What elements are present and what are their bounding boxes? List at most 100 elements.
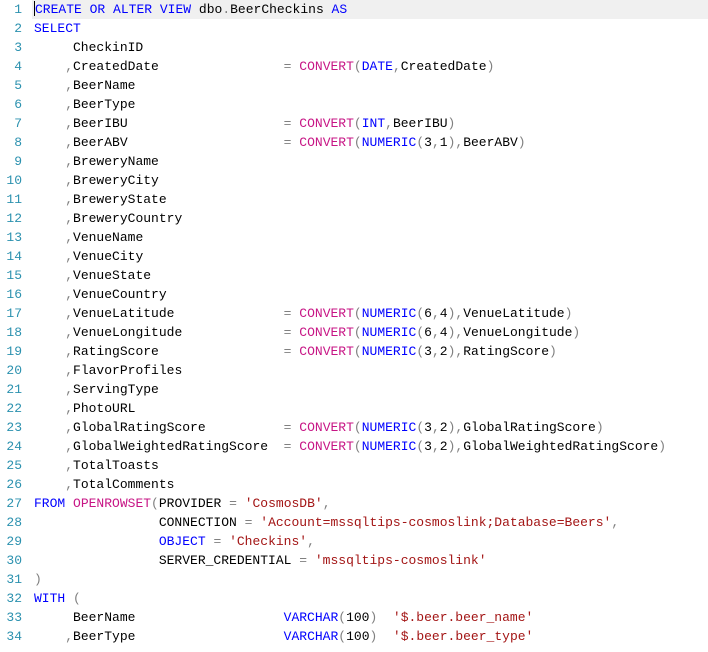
code-token — [34, 135, 65, 150]
code-line[interactable]: ,BreweryCity — [32, 171, 708, 190]
code-token: , — [323, 496, 331, 511]
code-token: BreweryState — [73, 192, 167, 207]
code-line[interactable]: ,FlavorProfiles — [32, 361, 708, 380]
line-number: 17 — [4, 304, 22, 323]
code-editor[interactable]: 1234567891011121314151617181920212223242… — [0, 0, 708, 646]
code-token: 'mssqltips-cosmoslink' — [315, 553, 487, 568]
code-token: AS — [332, 2, 348, 17]
code-line[interactable]: ,VenueCity — [32, 247, 708, 266]
code-line[interactable]: ,VenueName — [32, 228, 708, 247]
code-token — [34, 458, 65, 473]
code-line[interactable]: ,VenueCountry — [32, 285, 708, 304]
code-token: OBJECT — [159, 534, 206, 549]
code-token — [34, 344, 65, 359]
code-token: 3 — [424, 439, 432, 454]
code-token: NUMERIC — [362, 420, 417, 435]
code-token: ) — [34, 572, 42, 587]
code-line[interactable]: CONNECTION = 'Account=mssqltips-cosmosli… — [32, 513, 708, 532]
code-line[interactable]: ,BeerType VARCHAR(100) '$.beer.beer_type… — [32, 627, 708, 646]
code-line[interactable]: ,TotalComments — [32, 475, 708, 494]
code-token: ), — [448, 344, 464, 359]
code-line[interactable]: ,TotalToasts — [32, 456, 708, 475]
code-token: ( — [354, 420, 362, 435]
code-token: BeerIBU — [393, 116, 448, 131]
code-line[interactable]: ,RatingScore = CONVERT(NUMERIC(3,2),Rati… — [32, 342, 708, 361]
code-line[interactable]: FROM OPENROWSET(PROVIDER = 'CosmosDB', — [32, 494, 708, 513]
code-token: , — [393, 59, 401, 74]
code-token: CONVERT — [299, 59, 354, 74]
code-token: ) — [549, 344, 557, 359]
code-line[interactable]: ,VenueLatitude = CONVERT(NUMERIC(6,4),Ve… — [32, 304, 708, 323]
line-number: 30 — [4, 551, 22, 570]
code-token — [221, 534, 229, 549]
code-token: 3 — [424, 420, 432, 435]
code-token: ) — [596, 420, 604, 435]
code-token: ) — [448, 116, 456, 131]
code-token — [34, 192, 65, 207]
code-token — [34, 401, 65, 416]
code-line[interactable]: OBJECT = 'Checkins', — [32, 532, 708, 551]
code-line[interactable]: ,BreweryState — [32, 190, 708, 209]
code-token: BeerABV — [73, 135, 284, 150]
code-token: NUMERIC — [362, 344, 417, 359]
code-line[interactable]: ,VenueLongitude = CONVERT(NUMERIC(6,4),V… — [32, 323, 708, 342]
code-token: , — [65, 154, 73, 169]
code-line[interactable]: BeerName VARCHAR(100) '$.beer.beer_name' — [32, 608, 708, 627]
code-line[interactable]: ) — [32, 570, 708, 589]
code-line[interactable]: ,BreweryName — [32, 152, 708, 171]
code-token: VIEW — [160, 2, 191, 17]
code-token: , — [65, 629, 73, 644]
code-token: ( — [416, 344, 424, 359]
code-token — [34, 173, 65, 188]
code-line[interactable]: ,BeerName — [32, 76, 708, 95]
code-line[interactable]: SERVER_CREDENTIAL = 'mssqltips-cosmoslin… — [32, 551, 708, 570]
code-token: BeerType — [73, 97, 135, 112]
code-line[interactable]: ,GlobalWeightedRatingScore = CONVERT(NUM… — [32, 437, 708, 456]
code-line[interactable]: ,BeerType — [32, 95, 708, 114]
code-token: OR — [90, 2, 106, 17]
code-token: , — [65, 439, 73, 454]
code-line[interactable]: SELECT — [32, 19, 708, 38]
code-token: ( — [416, 325, 424, 340]
code-line[interactable]: ,CreatedDate = CONVERT(DATE,CreatedDate) — [32, 57, 708, 76]
code-line[interactable]: WITH ( — [32, 589, 708, 608]
code-token: 100 — [346, 629, 369, 644]
code-token: , — [65, 325, 73, 340]
code-token: ) — [487, 59, 495, 74]
code-line[interactable]: CREATE OR ALTER VIEW dbo.BeerCheckins AS — [32, 0, 708, 19]
line-number: 24 — [4, 437, 22, 456]
code-token: BeerABV — [463, 135, 518, 150]
code-token: , — [65, 306, 73, 321]
code-token: NUMERIC — [362, 325, 417, 340]
code-token: BreweryCity — [73, 173, 159, 188]
line-number: 9 — [4, 152, 22, 171]
code-token: ( — [338, 610, 346, 625]
line-number: 15 — [4, 266, 22, 285]
code-token: FROM — [34, 496, 65, 511]
line-number: 19 — [4, 342, 22, 361]
code-token: , — [65, 135, 73, 150]
code-token: ( — [354, 325, 362, 340]
code-line[interactable]: ,BeerABV = CONVERT(NUMERIC(3,1),BeerABV) — [32, 133, 708, 152]
code-token — [34, 268, 65, 283]
code-token: CONVERT — [299, 420, 354, 435]
code-line[interactable]: ,VenueState — [32, 266, 708, 285]
code-line[interactable]: ,BreweryCountry — [32, 209, 708, 228]
code-line[interactable]: ,BeerIBU = CONVERT(INT,BeerIBU) — [32, 114, 708, 133]
code-token: , — [65, 420, 73, 435]
code-token: ( — [354, 306, 362, 321]
code-area[interactable]: CREATE OR ALTER VIEW dbo.BeerCheckins AS… — [32, 0, 708, 646]
code-line[interactable]: ,ServingType — [32, 380, 708, 399]
code-token: ( — [416, 306, 424, 321]
code-token — [152, 2, 160, 17]
code-line[interactable]: ,PhotoURL — [32, 399, 708, 418]
line-number: 6 — [4, 95, 22, 114]
code-token: , — [432, 325, 440, 340]
code-token: , — [65, 173, 73, 188]
code-token: , — [65, 59, 73, 74]
code-token: BreweryCountry — [73, 211, 182, 226]
code-line[interactable]: ,GlobalRatingScore = CONVERT(NUMERIC(3,2… — [32, 418, 708, 437]
code-token: , — [65, 268, 73, 283]
line-number: 1 — [4, 0, 22, 19]
code-line[interactable]: CheckinID — [32, 38, 708, 57]
